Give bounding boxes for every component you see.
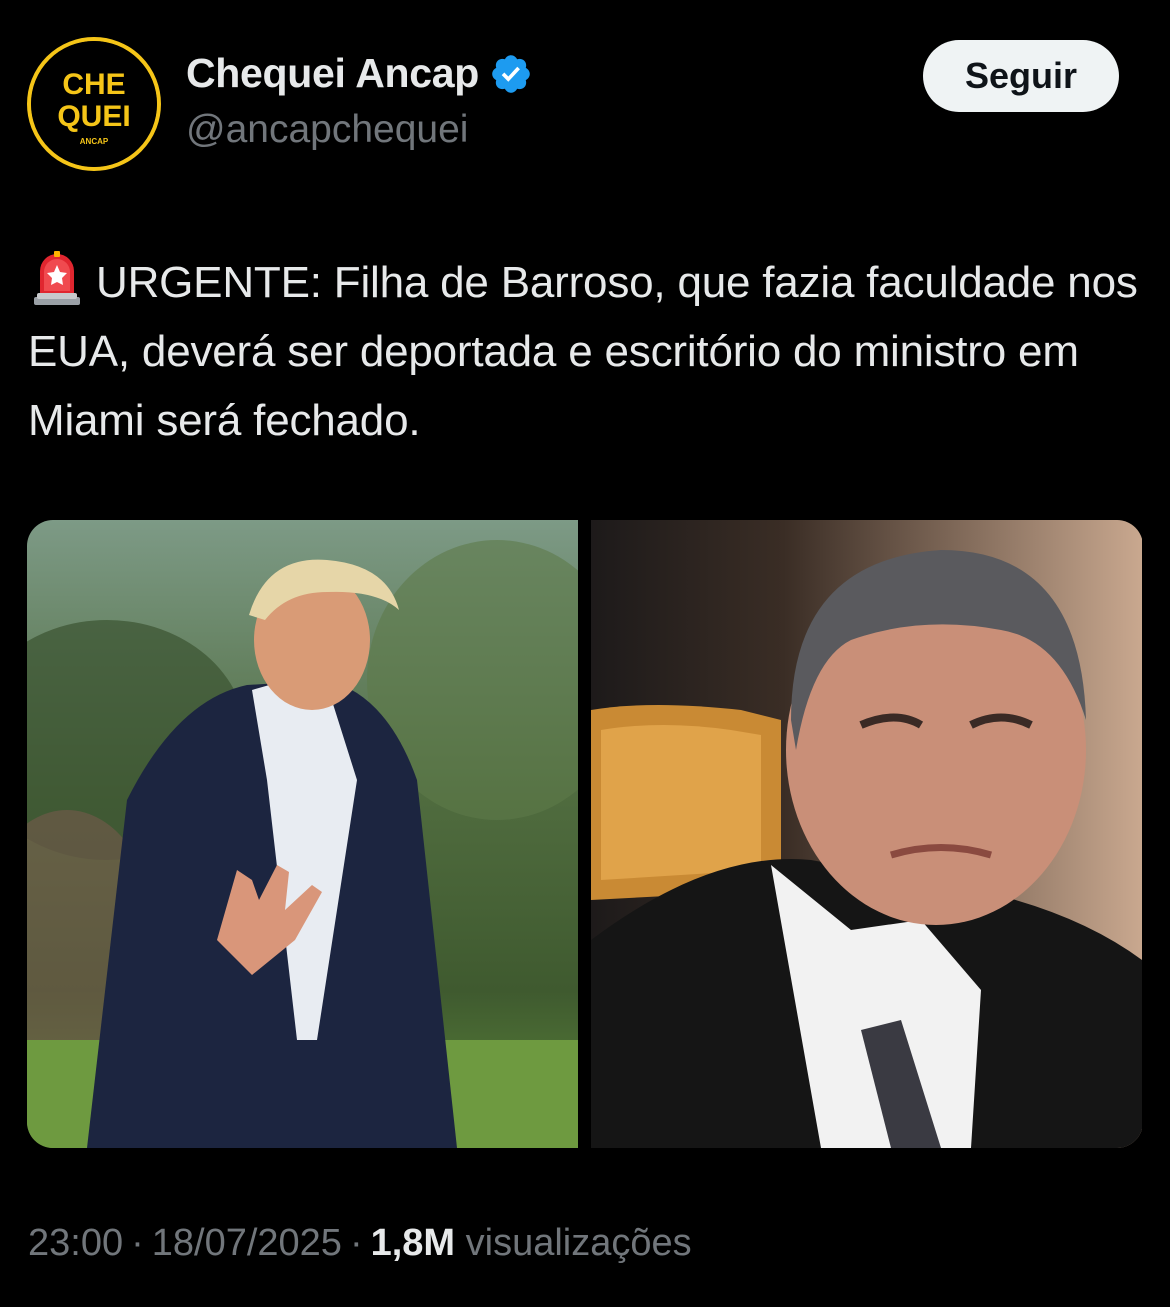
tweet-body: URGENTE: Filha de Barroso, que fazia fac… [28, 258, 1138, 445]
tweet-time[interactable]: 23:00 [28, 1222, 123, 1264]
svg-text:ANCAP: ANCAP [80, 137, 109, 146]
verified-badge-icon[interactable] [489, 52, 533, 96]
author-handle[interactable]: @ancapchequei [186, 108, 468, 152]
views-label[interactable]: visualizações [466, 1222, 692, 1264]
meta-separator: · [349, 1222, 363, 1264]
chequei-ancap-logo: CHE QUEI ANCAP [31, 41, 157, 167]
photo-man-waving[interactable] [27, 520, 578, 1148]
meta-separator: · [131, 1222, 144, 1264]
tweet-meta: 23:00 · 18/07/2025 · 1,8M visualizações [28, 1222, 692, 1265]
follow-button[interactable]: Seguir [923, 40, 1119, 112]
avatar[interactable]: CHE QUEI ANCAP [27, 37, 161, 171]
tweet-text: URGENTE: Filha de Barroso, que fazia fac… [28, 248, 1138, 455]
tweet-date[interactable]: 18/07/2025 [152, 1222, 342, 1264]
photo-man-in-robe[interactable] [591, 520, 1142, 1148]
views-count[interactable]: 1,8M [371, 1222, 455, 1264]
media-grid [27, 520, 1143, 1148]
svg-text:QUEI: QUEI [57, 100, 130, 133]
display-name[interactable]: Chequei Ancap [186, 50, 479, 97]
siren-icon [28, 249, 86, 307]
svg-text:CHE: CHE [62, 68, 125, 101]
author-name-row[interactable]: Chequei Ancap [186, 50, 533, 97]
